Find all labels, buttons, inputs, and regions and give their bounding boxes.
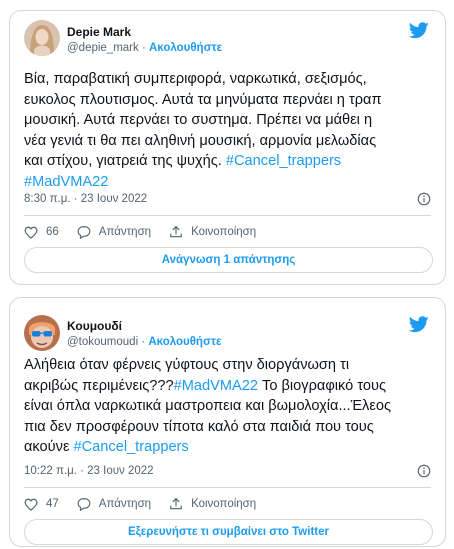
author-handle[interactable]: @depie_mark bbox=[67, 42, 139, 54]
reply-label: Απάντηση bbox=[98, 498, 152, 510]
reply-button[interactable]: Απάντηση bbox=[77, 497, 151, 511]
text-line: και στίχου, γιατρειά της ψυχής. #Cancel_… bbox=[24, 151, 436, 172]
text-segment: ευκολος πλουτισμος. Αυτά τα μηνύματα περ… bbox=[24, 91, 382, 108]
timestamp[interactable]: 10:22 π.μ. · 23 Ιουν 2022 bbox=[24, 465, 154, 477]
text-segment: πια δεν προσφέρουν τίποτα καλό στα παιδι… bbox=[24, 418, 374, 435]
text-line: πια δεν προσφέρουν τίποτα καλό στα παιδι… bbox=[24, 417, 436, 438]
text-line: ακούνε #Cancel_trappers bbox=[24, 437, 436, 458]
text-line: νέα γενιά τι θα πει αληθινή μουσική, αρμ… bbox=[24, 131, 436, 152]
hashtag-link[interactable]: #MadVMA22 bbox=[174, 378, 258, 394]
author-name[interactable]: Κουμουδί bbox=[67, 319, 122, 333]
tweet-text: Βία, παραβατική συμπεριφορά, ναρκωτικά, … bbox=[24, 69, 436, 192]
like-count: 66 bbox=[46, 226, 59, 238]
heart-icon bbox=[24, 226, 38, 239]
tweet-actions: 66 Απάντηση Κοινοποίηση bbox=[24, 225, 274, 239]
info-icon[interactable] bbox=[417, 192, 431, 206]
separator: · bbox=[138, 42, 149, 54]
share-label: Κοινοποίηση bbox=[191, 226, 257, 238]
like-count: 47 bbox=[46, 498, 59, 510]
divider bbox=[24, 215, 431, 216]
text-segment: Αλήθεια όταν φέρνεις γύφτους στην διοργά… bbox=[24, 357, 350, 373]
text-segment: και στίχου, γιατρειά της ψυχής. bbox=[24, 153, 226, 169]
avatar-photo-icon bbox=[24, 315, 60, 351]
text-segment: ακούνε bbox=[24, 439, 74, 455]
reply-bubble-icon bbox=[77, 498, 91, 511]
explore-twitter-button[interactable]: Εξερευνήστε τι συμβαίνει στο Twitter bbox=[24, 519, 433, 545]
tweet-card: Depie Mark @depie_mark · Ακολουθήστε Βία… bbox=[9, 10, 446, 285]
author-handle[interactable]: @tokoumoudi bbox=[67, 336, 138, 348]
heart-icon bbox=[24, 498, 38, 511]
text-line: ευκολος πλουτισμος. Αυτά τα μηνύματα περ… bbox=[24, 90, 436, 111]
twitter-bird-icon[interactable] bbox=[409, 22, 429, 39]
reply-button[interactable]: Απάντηση bbox=[77, 225, 151, 239]
tweet-card: Κουμουδί @tokoumoudi · Ακολουθήστε Αλήθε… bbox=[9, 297, 446, 547]
avatar-photo-icon bbox=[24, 20, 60, 56]
text-segment: Το βιογραφικό τους bbox=[258, 377, 387, 394]
avatar[interactable] bbox=[24, 20, 60, 56]
author-handle-row: @tokoumoudi · Ακολουθήστε bbox=[67, 336, 221, 348]
tweet-text: Αλήθεια όταν φέρνεις γύφτους στην διοργά… bbox=[24, 355, 436, 458]
author-name[interactable]: Depie Mark bbox=[67, 25, 131, 39]
text-line: μουσική. Αυτά περνάει το συστημα. Πρέπει… bbox=[24, 110, 436, 131]
follow-link[interactable]: Ακολουθήστε bbox=[149, 42, 222, 54]
text-line: είναι όπλα ναρκωτικά μαστροπεια και βωμο… bbox=[24, 396, 436, 417]
text-segment: ακριβώς περιμένεις??? bbox=[24, 377, 174, 394]
text-segment: μουσική. Αυτά περνάει το συστημα. Πρέπει… bbox=[24, 112, 373, 128]
share-button[interactable]: Κοινοποίηση bbox=[169, 225, 256, 239]
text-line: Αλήθεια όταν φέρνεις γύφτους στην διοργά… bbox=[24, 355, 436, 376]
avatar[interactable] bbox=[24, 315, 60, 351]
info-icon[interactable] bbox=[417, 464, 431, 478]
timestamp[interactable]: 8:30 π.μ. · 23 Ιουν 2022 bbox=[24, 193, 147, 205]
share-upload-icon bbox=[170, 225, 182, 238]
hashtag-link[interactable]: #Cancel_trappers bbox=[226, 153, 341, 169]
follow-link[interactable]: Ακολουθήστε bbox=[148, 336, 221, 348]
share-label: Κοινοποίηση bbox=[191, 498, 257, 510]
text-line: Βία, παραβατική συμπεριφορά, ναρκωτικά, … bbox=[24, 69, 436, 90]
like-button[interactable]: 47 bbox=[24, 498, 59, 511]
text-line: #MadVMA22 bbox=[24, 172, 436, 193]
divider bbox=[24, 487, 431, 488]
read-replies-button[interactable]: Ανάγνωση 1 απάντησης bbox=[24, 247, 433, 273]
hashtag-link[interactable]: #Cancel_trappers bbox=[74, 439, 189, 455]
share-button[interactable]: Κοινοποίηση bbox=[169, 497, 256, 511]
like-button[interactable]: 66 bbox=[24, 226, 59, 239]
share-upload-icon bbox=[170, 497, 182, 510]
text-segment: νέα γενιά τι θα πει αληθινή μουσική, αρμ… bbox=[24, 132, 377, 149]
reply-label: Απάντηση bbox=[98, 226, 152, 238]
hashtag-link[interactable]: #MadVMA22 bbox=[24, 174, 108, 190]
text-line: ακριβώς περιμένεις???#MadVMA22 Το βιογρα… bbox=[24, 376, 436, 397]
author-handle-row: @depie_mark · Ακολουθήστε bbox=[67, 42, 222, 54]
separator: · bbox=[138, 336, 149, 348]
text-segment: Βία, παραβατική συμπεριφορά, ναρκωτικά, … bbox=[24, 71, 367, 87]
reply-bubble-icon bbox=[77, 226, 91, 239]
text-segment: είναι όπλα ναρκωτικά μαστροπεια και βωμο… bbox=[24, 398, 392, 414]
twitter-bird-icon[interactable] bbox=[409, 316, 429, 333]
tweet-actions: 47 Απάντηση Κοινοποίηση bbox=[24, 497, 274, 511]
